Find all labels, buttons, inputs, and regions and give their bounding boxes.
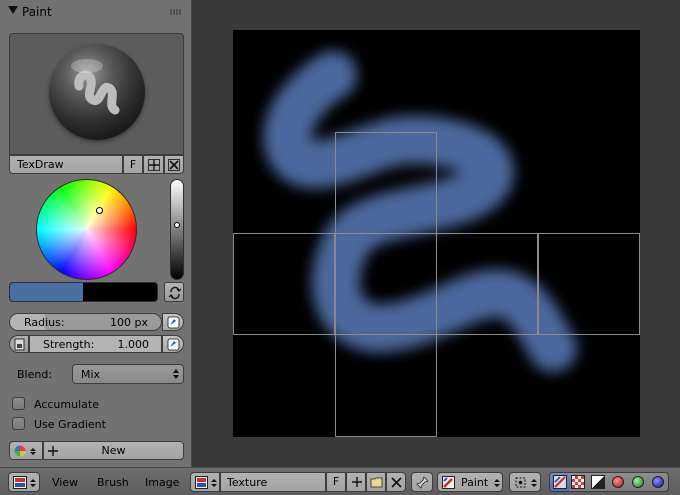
strength-slider[interactable]: Strength: 1.000 <box>29 335 162 353</box>
blend-mode-dropdown[interactable]: Mix <box>72 364 184 384</box>
menu-brush[interactable]: Brush <box>97 476 129 489</box>
tool-shelf: Paint TexDraw F Radius: 100 px Strength:… <box>0 0 192 467</box>
blend-mode-value: Mix <box>81 368 101 381</box>
image-icon <box>195 476 208 489</box>
texture-icon <box>14 445 26 457</box>
updown-icon <box>531 479 537 487</box>
brush-sphere-icon <box>49 44 145 140</box>
texture-browse-button[interactable] <box>9 441 43 460</box>
editor-type-button[interactable] <box>8 472 40 492</box>
strength-label: Strength: <box>43 338 95 351</box>
image-editor-icon <box>13 476 27 489</box>
new-texture-button[interactable]: New <box>43 441 184 460</box>
image-name-field[interactable]: Texture <box>220 472 326 492</box>
collapse-arrow-icon[interactable] <box>8 6 18 14</box>
paint-panel-header[interactable]: Paint <box>0 0 191 24</box>
add-brush-button[interactable] <box>143 155 164 174</box>
color-wheel[interactable] <box>36 179 137 280</box>
draw-channels-group <box>549 472 669 492</box>
unlink-image-button[interactable] <box>386 472 406 492</box>
image-name-text: Texture <box>227 476 268 489</box>
close-icon <box>391 477 402 488</box>
brush-stroke <box>263 51 577 372</box>
mode-label: Paint <box>461 476 489 489</box>
rgb-channels-icon <box>553 475 567 489</box>
draw-channels-alpha-icon[interactable] <box>571 475 585 489</box>
accumulate-label: Accumulate <box>34 398 99 411</box>
swap-icon <box>168 286 182 300</box>
updown-icon <box>30 479 36 487</box>
blue-channel-icon[interactable] <box>652 476 664 488</box>
use-gradient-checkbox[interactable] <box>12 417 25 430</box>
radius-slider[interactable]: Radius: 100 px <box>9 313 162 331</box>
paint-brush-icon <box>442 476 455 489</box>
paint-canvas[interactable] <box>233 30 640 437</box>
green-channel-icon[interactable] <box>632 476 644 488</box>
swap-colors-button[interactable] <box>164 282 184 302</box>
draw-channels-rgb-button[interactable] <box>550 473 570 491</box>
updown-icon <box>211 479 217 487</box>
mode-dropdown[interactable]: Paint <box>437 472 503 492</box>
accumulate-checkbox[interactable] <box>12 397 25 410</box>
pen-pressure-icon <box>167 338 180 351</box>
pivot-dropdown[interactable] <box>509 472 541 492</box>
image-editor-header: View Brush Image Texture F Paint <box>0 467 680 495</box>
draw-channels-z-icon[interactable] <box>591 475 605 489</box>
paint-canvas-drawing <box>233 51 640 437</box>
color-value-slider[interactable] <box>170 179 184 280</box>
strength-value: 1.000 <box>117 338 150 351</box>
menu-image[interactable]: Image <box>145 476 179 489</box>
strength-unified-toggle[interactable] <box>9 335 29 353</box>
plus-icon <box>352 477 362 487</box>
red-channel-icon[interactable] <box>612 476 624 488</box>
primary-color-swatch[interactable] <box>10 283 83 301</box>
remove-brush-button[interactable] <box>164 155 184 174</box>
brush-name-text: TexDraw <box>17 158 64 171</box>
brush-name-field[interactable]: TexDraw <box>9 155 123 174</box>
updown-icon <box>494 479 500 487</box>
color-swatch[interactable] <box>9 282 158 302</box>
radius-label: Radius: <box>24 316 65 329</box>
pivot-icon <box>515 477 526 488</box>
pin-image-button[interactable] <box>411 472 433 492</box>
plus-icon <box>148 159 160 171</box>
pen-pressure-icon <box>167 316 180 329</box>
browse-image-button[interactable] <box>190 472 220 492</box>
unified-lock-icon <box>14 338 25 351</box>
new-image-button[interactable] <box>346 472 366 492</box>
pin-icon <box>416 476 429 489</box>
close-icon <box>168 159 180 171</box>
radius-pressure-toggle[interactable] <box>162 313 184 331</box>
strength-pressure-toggle[interactable] <box>162 335 184 353</box>
folder-icon <box>370 477 383 488</box>
brush-preview[interactable] <box>9 33 184 155</box>
radius-value: 100 px <box>110 316 148 329</box>
value-slider-cursor[interactable] <box>174 222 180 228</box>
panel-title: Paint <box>22 5 52 19</box>
use-gradient-label: Use Gradient <box>34 418 106 431</box>
image-fake-user-button[interactable]: F <box>326 472 346 492</box>
color-wheel-cursor[interactable] <box>96 207 103 214</box>
new-texture-label: New <box>101 444 126 457</box>
open-image-button[interactable] <box>366 472 386 492</box>
up-down-arrows-icon <box>173 369 179 379</box>
blend-label: Blend: <box>17 368 53 381</box>
brush-fake-user-button[interactable]: F <box>123 155 143 174</box>
menu-view[interactable]: View <box>52 476 78 489</box>
updown-icon <box>30 448 36 455</box>
drag-grip-icon[interactable] <box>170 9 182 15</box>
